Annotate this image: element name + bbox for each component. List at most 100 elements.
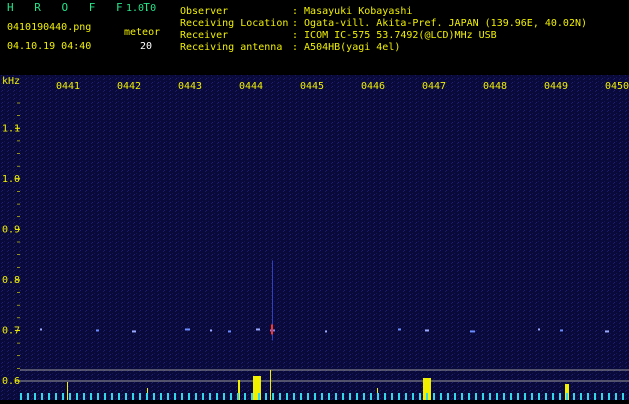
y-tick-label: 1.1 xyxy=(2,123,20,134)
noise-floor-bar xyxy=(195,393,197,400)
meteor-echo xyxy=(228,330,231,333)
noise-floor-bar xyxy=(601,393,603,400)
noise-floor-bar xyxy=(293,393,295,400)
noise-floor-bar xyxy=(419,393,421,400)
meteor-echo xyxy=(470,330,475,333)
noise-floor-bar xyxy=(55,393,57,400)
noise-floor-bar xyxy=(370,393,372,400)
noise-floor-bar xyxy=(454,393,456,400)
meteor-echo xyxy=(132,330,136,333)
meteor-echo xyxy=(210,329,212,332)
location-label: Receiving Location xyxy=(180,18,289,29)
signal-peak xyxy=(270,370,271,400)
receiver-label: Receiver xyxy=(180,30,229,41)
noise-floor-bar xyxy=(174,393,176,400)
noise-floor-bar xyxy=(48,393,50,400)
noise-floor-bar xyxy=(41,393,43,400)
antenna-value: : A504HB(yagi 4el) xyxy=(292,42,401,53)
noise-floor-bar xyxy=(412,393,414,400)
noise-floor-bar xyxy=(405,393,407,400)
antenna-label: Receiving antenna xyxy=(180,42,283,53)
x-tick-label: 0442 xyxy=(117,81,141,92)
x-tick-label: 0447 xyxy=(422,81,446,92)
noise-floor-bar xyxy=(251,393,253,400)
noise-floor-bar xyxy=(335,393,337,400)
x-tick-label: 0443 xyxy=(178,81,202,92)
noise-floor-bar xyxy=(468,393,470,400)
noise-floor-bar xyxy=(76,393,78,400)
noise-floor-bar xyxy=(188,393,190,400)
noise-floor-bar xyxy=(328,393,330,400)
meteor-echo xyxy=(40,328,42,331)
noise-floor-bar xyxy=(209,393,211,400)
noise-floor-bar xyxy=(440,393,442,400)
noise-floor-bar xyxy=(524,393,526,400)
noise-floor-bar xyxy=(34,393,36,400)
x-tick-label: 0441 xyxy=(56,81,80,92)
noise-floor-bar xyxy=(286,393,288,400)
noise-floor-bar xyxy=(573,393,575,400)
noise-floor-bar xyxy=(580,393,582,400)
header-panel: H R O F F T 1.0.0 0410190440.png meteor … xyxy=(0,0,629,75)
meteor-echo xyxy=(538,328,540,331)
noise-floor-bar xyxy=(391,393,393,400)
noise-floor-bar xyxy=(132,393,134,400)
noise-floor-bar xyxy=(146,393,148,400)
noise-floor-bar xyxy=(552,393,554,400)
noise-floor-bar xyxy=(167,393,169,400)
noise-floor-bar xyxy=(594,393,596,400)
spectrogram-panel: 0441 0442 0443 0444 0445 0446 0447 0448 0449 0450… xyxy=(0,75,629,400)
signal-peak xyxy=(67,382,68,400)
spectrogram-background xyxy=(0,75,629,400)
noise-floor-bar xyxy=(20,393,22,400)
noise-floor-bar xyxy=(300,393,302,400)
noise-floor-bar xyxy=(433,393,435,400)
y-tick-label: 0.7 xyxy=(2,325,20,336)
noise-floor-bar xyxy=(181,393,183,400)
noise-floor-bar xyxy=(321,393,323,400)
y-axis-title: kHz xyxy=(2,76,21,87)
noise-floor-bar xyxy=(118,393,120,400)
noise-floor-bar xyxy=(279,393,281,400)
observer-value: : Masayuki Kobayashi xyxy=(292,6,413,17)
noise-floor-bar xyxy=(531,393,533,400)
noise-floor-bar xyxy=(202,393,204,400)
noise-floor-bar xyxy=(27,393,29,400)
spectrogram-chart: 0441 0442 0443 0444 0445 0446 0447 0448 0449 0450… xyxy=(0,75,629,400)
noise-floor-bar xyxy=(566,393,568,400)
noise-floor-bar xyxy=(475,393,477,400)
noise-floor-bar xyxy=(125,393,127,400)
noise-floor-bar xyxy=(230,393,232,400)
meteor-echo xyxy=(605,330,609,333)
noise-floor-bar xyxy=(622,393,624,400)
noise-floor-bar xyxy=(104,393,106,400)
noise-floor-bar xyxy=(608,393,610,400)
x-tick-label: 0446 xyxy=(361,81,385,92)
noise-floor-bar xyxy=(62,393,64,400)
file-datetime: 04.10.19 04:40 xyxy=(7,41,92,52)
noise-floor-bar xyxy=(90,393,92,400)
noise-floor-bar xyxy=(363,393,365,400)
noise-floor-bar xyxy=(461,393,463,400)
meteor-echo xyxy=(185,328,190,331)
noise-floor-bar xyxy=(377,393,379,400)
noise-floor-bar xyxy=(237,393,239,400)
observer-label: Observer xyxy=(180,6,229,17)
noise-floor-bar xyxy=(272,393,274,400)
meteor-label: meteor xyxy=(124,27,161,38)
receiver-value: : ICOM IC-575 53.7492(@LCD)MHz USB xyxy=(292,30,497,41)
meteor-echo xyxy=(560,329,563,332)
noise-floor-bar xyxy=(314,393,316,400)
meteor-echo xyxy=(96,329,99,332)
noise-floor-bar xyxy=(482,393,484,400)
noise-floor-bar xyxy=(307,393,309,400)
noise-floor-bar xyxy=(244,393,246,400)
noise-floor-bar xyxy=(615,393,617,400)
noise-floor-bar xyxy=(216,393,218,400)
noise-floor-bar xyxy=(258,393,260,400)
noise-floor-bar xyxy=(496,393,498,400)
meteor-echo xyxy=(256,328,260,331)
meteor-echo xyxy=(425,329,429,332)
noise-floor-bar xyxy=(265,393,267,400)
noise-floor-bar xyxy=(538,393,540,400)
